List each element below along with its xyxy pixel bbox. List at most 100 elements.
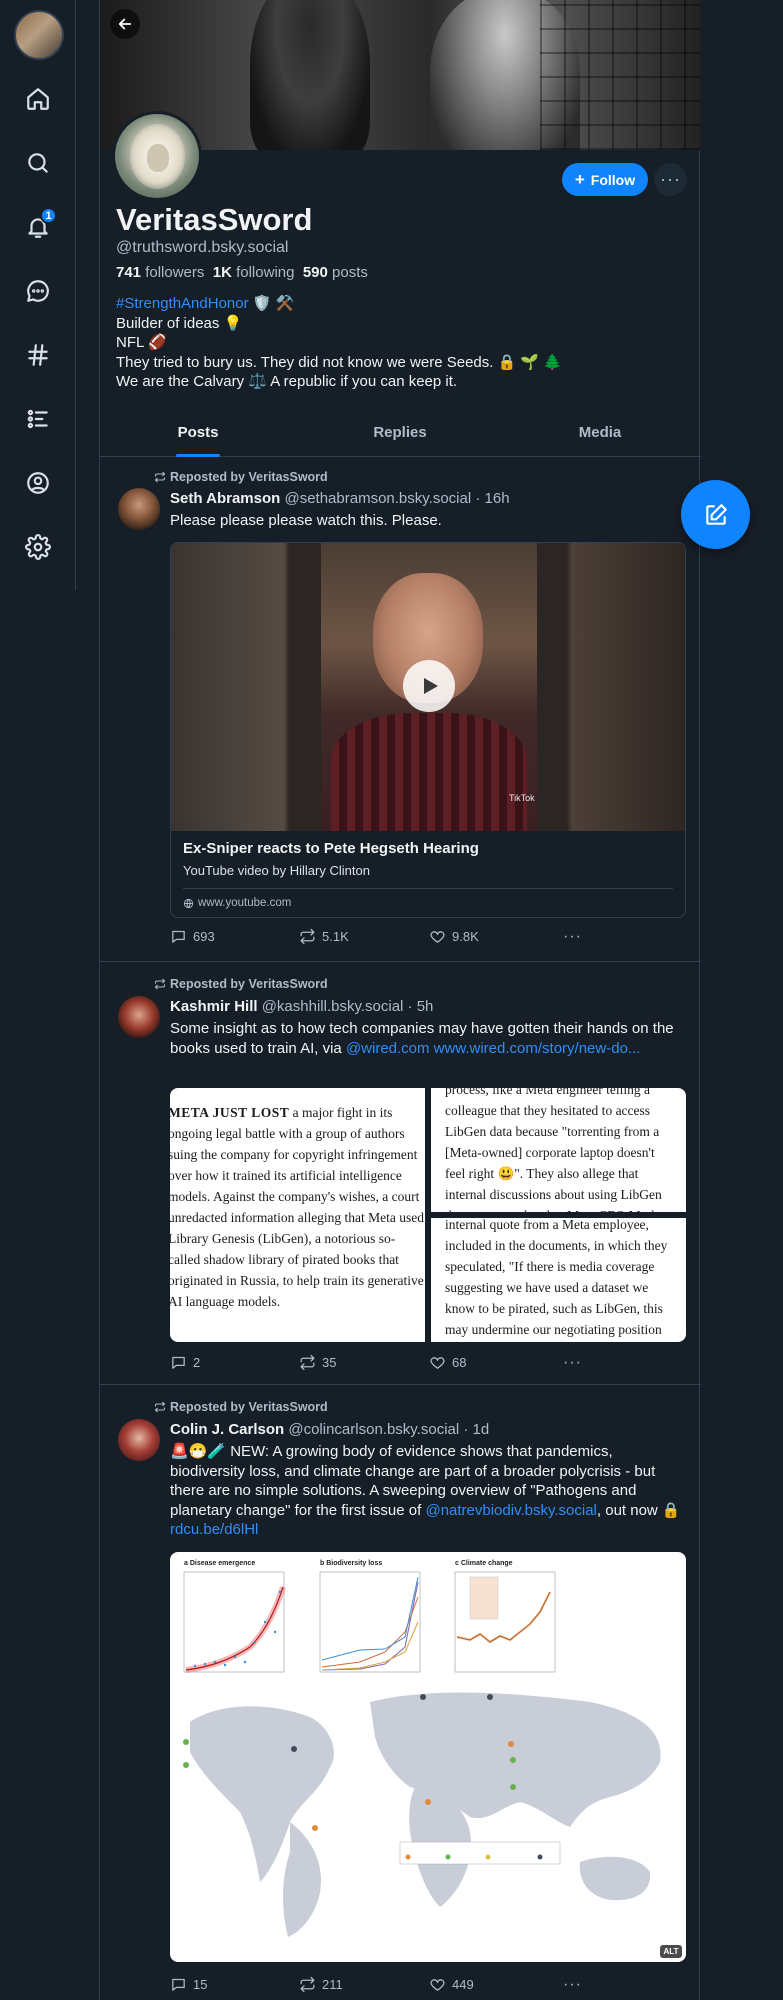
search-nav-button[interactable] [14,139,62,187]
followers-link[interactable]: 741 followers [116,264,204,281]
author-handle[interactable]: @sethabramson.bsky.social [284,490,471,507]
profile-icon [27,472,49,494]
notification-badge: 1 [40,207,57,224]
profile-handle: @truthsword.bsky.social [116,239,289,256]
url-link[interactable]: www.wired.com/story/new-do... [430,1040,641,1057]
author-name[interactable]: Seth Abramson [170,490,280,507]
repost-indicator: Reposted by VeritasSword [154,470,328,484]
profile-nav-button[interactable] [14,459,62,507]
user-avatar[interactable] [14,10,64,60]
gear-icon [25,534,51,560]
bio-hashtag-link[interactable]: #StrengthAndHonor [116,295,249,312]
more-dots-icon: ··· [563,1354,582,1371]
repost-button[interactable]: 35 [299,1354,336,1371]
card-title: Ex-Sniper reacts to Pete Hegseth Hearing [183,840,479,857]
list-icon [27,409,48,429]
profile-bio: #StrengthAndHonor 🛡️ ⚒️ Builder of ideas… [116,295,562,390]
follow-button[interactable]: + Follow [562,163,648,196]
like-button[interactable]: 9.8K [429,928,479,945]
search-icon [28,153,48,173]
mention-link[interactable]: @wired.com [346,1040,430,1057]
post-more-button[interactable]: ··· [563,928,582,946]
profile-avatar[interactable] [112,111,202,201]
article-image-1[interactable]: META JUST LOST a major fight in its ongo… [170,1088,425,1342]
posts-count: 590 [302,264,328,281]
reply-button[interactable]: 2 [170,1354,200,1371]
post-header: Kashmir Hill @kashhill.bsky.social · 5h [170,998,433,1015]
chat-nav-button[interactable] [14,267,62,315]
reply-button[interactable]: 693 [170,928,215,945]
feed-post[interactable]: Reposted by VeritasSword Seth Abramson @… [100,458,701,962]
following-link[interactable]: 1K following [213,264,295,281]
left-sidebar: 1 [0,0,76,590]
more-dots-icon: ··· [563,928,582,945]
author-avatar[interactable] [118,1419,160,1461]
home-nav-button[interactable] [14,75,62,123]
research-figure-image[interactable]: a Disease emergence b Biodiversity loss … [170,1552,686,1962]
post-actions: 693 5.1K 9.8K ··· [170,928,688,948]
banner-figure-left [250,0,370,150]
video-person-shirt [331,713,527,831]
tab-replies[interactable]: Replies [350,424,450,441]
chat-icon [27,280,49,302]
author-avatar[interactable] [118,488,160,530]
heart-icon [430,931,445,943]
more-dots-icon: ··· [563,1976,582,1993]
like-button[interactable]: 68 [429,1354,466,1371]
article-image-2[interactable]: process, like a Meta engineer telling a … [431,1088,686,1212]
author-name[interactable]: Kashmir Hill [170,998,258,1015]
repost-icon [300,1354,315,1371]
author-handle[interactable]: @kashhill.bsky.social [262,998,404,1015]
post-more-button[interactable]: ··· [563,1976,582,1994]
banner-background-window [540,0,701,150]
repost-small-icon [154,471,166,483]
reply-icon [172,1356,185,1369]
repost-small-icon [154,978,166,990]
profile-display-name: VeritasSword [116,202,313,237]
post-text: Please please please watch this. Please. [170,512,442,529]
globe-icon [183,898,194,908]
post-text: Some insight as to how tech companies ma… [170,1020,674,1057]
play-button[interactable] [403,660,455,712]
url-link[interactable]: rdcu.be/d6lHl [170,1521,258,1538]
repost-button[interactable]: 5.1K [299,928,349,945]
repost-icon [300,1976,315,1993]
arrow-left-icon [118,18,132,30]
feeds-nav-button[interactable] [14,331,62,379]
reply-button[interactable]: 15 [170,1976,207,1993]
post-header: Colin J. Carlson @colincarlson.bsky.soci… [170,1421,489,1438]
post-header: Seth Abramson @sethabramson.bsky.social … [170,490,510,507]
post-more-button[interactable]: ··· [563,1354,582,1372]
image-gallery: META JUST LOST a major fight in its ongo… [170,1088,686,1342]
post-time[interactable]: · 5h [408,998,434,1015]
card-domain: www.youtube.com [183,897,673,909]
author-handle[interactable]: @colincarlson.bsky.social [288,1421,459,1438]
author-avatar[interactable] [118,996,160,1038]
reply-icon [172,930,185,943]
compose-post-button[interactable] [681,480,750,549]
feed-post[interactable]: Reposted by VeritasSword Kashmir Hill @k… [100,962,701,1385]
notifications-nav-button[interactable]: 1 [14,203,62,251]
settings-nav-button[interactable] [14,523,62,571]
alt-text-badge[interactable]: ALT [660,1945,682,1958]
profile-more-button[interactable]: ··· [654,163,687,196]
post-time[interactable]: · 1d [463,1421,489,1438]
post-time[interactable]: · 16h [475,490,509,507]
article-image-3[interactable]: internal quote from a Meta employee, inc… [431,1218,686,1342]
tiktok-watermark: TikTok [509,793,535,803]
like-button[interactable]: 449 [429,1976,474,1993]
link-card[interactable]: TikTok Ex-Sniper reacts to Pete Hegseth … [170,542,686,918]
heart-icon [430,1979,445,1991]
figure-panel-b-title: b Biodiversity loss [320,1560,383,1567]
heart-icon [430,1357,445,1369]
repost-button[interactable]: 211 [299,1976,343,1993]
tab-media[interactable]: Media [550,424,650,441]
back-button[interactable] [110,9,140,39]
author-name[interactable]: Colin J. Carlson [170,1421,284,1438]
figure-panel-c-title: c Climate change [455,1560,513,1567]
lists-nav-button[interactable] [14,395,62,443]
article-text: a major fight in its ongoing legal battl… [170,1105,425,1309]
repost-small-icon [154,1401,166,1413]
mention-link[interactable]: @natrevbiodiv.bsky.social [425,1502,596,1519]
tab-posts[interactable]: Posts [160,424,236,441]
